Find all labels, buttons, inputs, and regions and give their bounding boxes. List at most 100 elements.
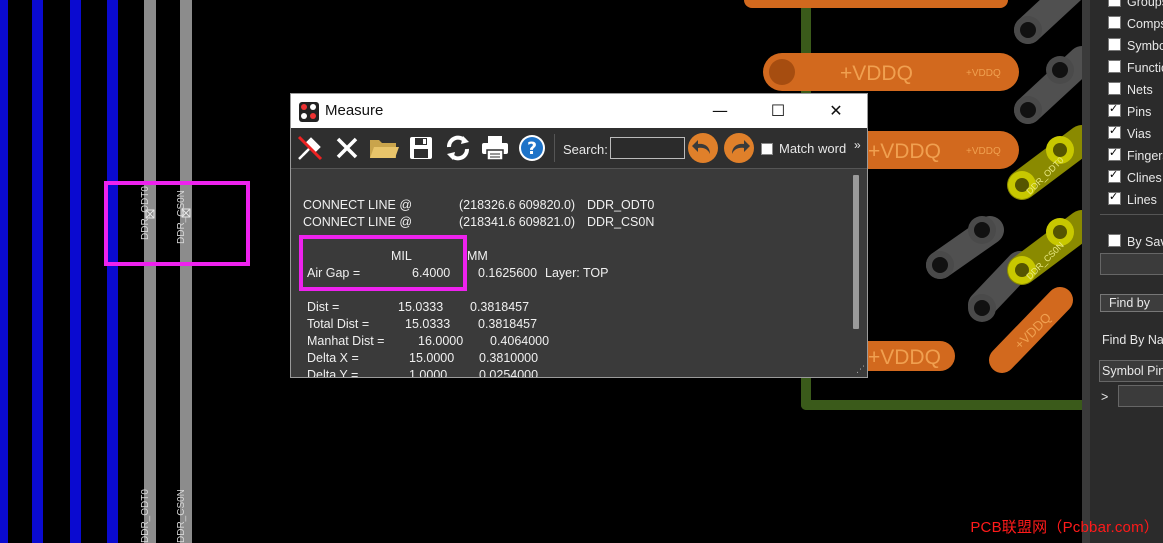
toolbar-overflow-icon[interactable]: » [854, 138, 861, 152]
total-dist-label: Total Dist = [307, 317, 370, 331]
gray-ddr-traces [144, 0, 192, 543]
connect-line-1-net: DDR_ODT0 [587, 198, 655, 212]
filter-checkbox-comps[interactable]: Comps [1108, 16, 1163, 31]
find-by-name-label: Find By Na [1102, 333, 1163, 347]
checkbox-box[interactable] [1108, 190, 1121, 205]
find-prompt: > [1101, 390, 1109, 404]
net-label-odt-bottom: DDR_ODT0 [140, 489, 151, 543]
checkbox-box[interactable] [1108, 146, 1121, 161]
delta-x-label: Delta X = [307, 351, 359, 365]
measure-app-icon [299, 102, 319, 122]
connect-line-2-coords: (218341.6 609821.0) [459, 215, 576, 229]
delta-y-mm: 0.0254000 [479, 368, 539, 377]
total-dist-mm: 0.3818457 [478, 317, 538, 331]
checkbox-label: Functions [1127, 61, 1163, 75]
checkbox-label: Groups [1127, 0, 1163, 9]
delta-x-mm: 0.3810000 [479, 351, 539, 365]
svg-text:?: ? [527, 139, 537, 159]
match-word-label: Match word [779, 141, 847, 156]
checkbox-label: Clines [1127, 171, 1162, 185]
refresh-icon[interactable] [441, 132, 475, 164]
find-by-button[interactable]: Find by [1100, 294, 1163, 312]
save-disk-icon[interactable] [404, 132, 438, 164]
measure-report: CONNECT LINE @ (218326.6 609820.0) DDR_O… [291, 169, 867, 377]
toolbar-separator [554, 134, 555, 162]
forward-arrow-icon[interactable] [722, 132, 756, 164]
checkbox-box[interactable] [1108, 60, 1121, 73]
checkbox-box[interactable] [1108, 38, 1121, 51]
close-x-icon[interactable] [330, 132, 364, 164]
print-icon[interactable] [478, 132, 512, 164]
back-arrow-icon[interactable] [686, 132, 720, 164]
checkbox-label: Lines [1127, 193, 1157, 207]
blue-traces [0, 0, 118, 543]
filter-checkbox-nets[interactable]: Nets [1108, 82, 1153, 97]
filter-checkbox-clines[interactable]: Clines [1108, 168, 1162, 185]
net-label-cs-bottom: DDR_CS0N [176, 489, 187, 543]
connect-line-2-net: DDR_CS0N [587, 215, 655, 229]
watermark: PCB联盟网（Pcbbar.com） [970, 519, 1159, 536]
filter-checkbox-fingers[interactable]: Fingers [1108, 146, 1163, 163]
by-save-label: By Save [1127, 235, 1163, 249]
search-input[interactable] [610, 137, 685, 159]
manhat-dist-label: Manhat Dist = [307, 334, 385, 348]
vddq-label-2: +VDDQ [868, 140, 941, 163]
panel-separator [1100, 214, 1163, 215]
checkbox-label: Symbols [1127, 39, 1163, 53]
connect-line-2-label: CONNECT LINE @ [303, 215, 413, 229]
filter-checkbox-symbols[interactable]: Symbols [1108, 38, 1163, 53]
airgap-layer: Layer: TOP [545, 266, 609, 280]
delta-x-mil: 15.0000 [409, 351, 455, 365]
checkbox-box[interactable] [1108, 124, 1121, 139]
search-label: Search: [563, 142, 608, 157]
measure-titlebar[interactable]: Measure — ☐ ✕ [291, 94, 867, 128]
total-dist-mil: 15.0333 [405, 317, 451, 331]
dist-label: Dist = [307, 300, 340, 314]
checkbox-label: Pins [1127, 105, 1152, 119]
measure-dialog: Measure — ☐ ✕ ? Search: Match word » CON… [291, 94, 867, 377]
filter-checkbox-vias[interactable]: Vias [1108, 124, 1152, 141]
delta-y-mil: 1.0000 [409, 368, 448, 377]
open-folder-icon[interactable] [367, 132, 401, 164]
by-save-field[interactable] [1100, 253, 1163, 275]
measure-toolbar: ? Search: Match word » [291, 128, 867, 169]
symbol-pin-select[interactable]: Symbol Pin [1099, 360, 1163, 382]
filter-checkbox-lines[interactable]: Lines [1108, 190, 1157, 207]
resize-grip-icon[interactable]: ⋰ [856, 365, 865, 375]
checkbox-box[interactable] [1108, 168, 1121, 183]
checkbox-box[interactable] [1108, 82, 1121, 95]
checkbox-label: Nets [1127, 83, 1153, 97]
vddq-label-1: +VDDQ [840, 62, 913, 85]
by-save-checkbox[interactable]: By Save [1108, 234, 1163, 249]
manhat-dist-mil: 16.0000 [418, 334, 464, 348]
delta-y-label: Delta Y = [307, 368, 359, 377]
filter-checkbox-groups[interactable]: Groups [1108, 0, 1163, 9]
manhat-dist-mm: 0.4064000 [490, 334, 550, 348]
highlight-box-airgap [299, 235, 467, 291]
vddq-small-label-2: +VDDQ [966, 146, 1001, 157]
connect-line-1-label: CONNECT LINE @ [303, 198, 413, 212]
filter-checkbox-functions[interactable]: Functions [1108, 60, 1163, 75]
maximize-button[interactable]: ☐ [749, 94, 807, 128]
checkbox-label: Vias [1127, 127, 1152, 141]
report-scrollbar[interactable] [853, 175, 859, 329]
dist-mil: 15.0333 [398, 300, 444, 314]
checkbox-label: Fingers [1127, 149, 1163, 163]
dist-mm: 0.3818457 [470, 300, 530, 314]
vddq-label-3: +VDDQ [868, 346, 941, 369]
checkbox-box[interactable] [1108, 16, 1121, 29]
pin-off-icon[interactable] [293, 132, 327, 164]
airgap-mm: 0.1625600 [478, 266, 538, 280]
minimize-button[interactable]: — [691, 94, 749, 128]
checkbox-box[interactable] [1108, 0, 1121, 7]
match-word-checkbox[interactable] [761, 143, 773, 155]
dialog-title: Measure [325, 102, 384, 119]
help-icon[interactable]: ? [515, 132, 549, 164]
highlight-box-traces [104, 181, 250, 266]
unit-mm-header: MM [467, 249, 488, 263]
close-button[interactable]: ✕ [807, 94, 865, 128]
find-panel: Groups Comps Symbols Functions Nets Pins Vias F… [1082, 0, 1163, 543]
checkbox-box[interactable] [1108, 102, 1121, 117]
find-name-input[interactable] [1118, 385, 1163, 407]
filter-checkbox-pins[interactable]: Pins [1108, 102, 1152, 119]
